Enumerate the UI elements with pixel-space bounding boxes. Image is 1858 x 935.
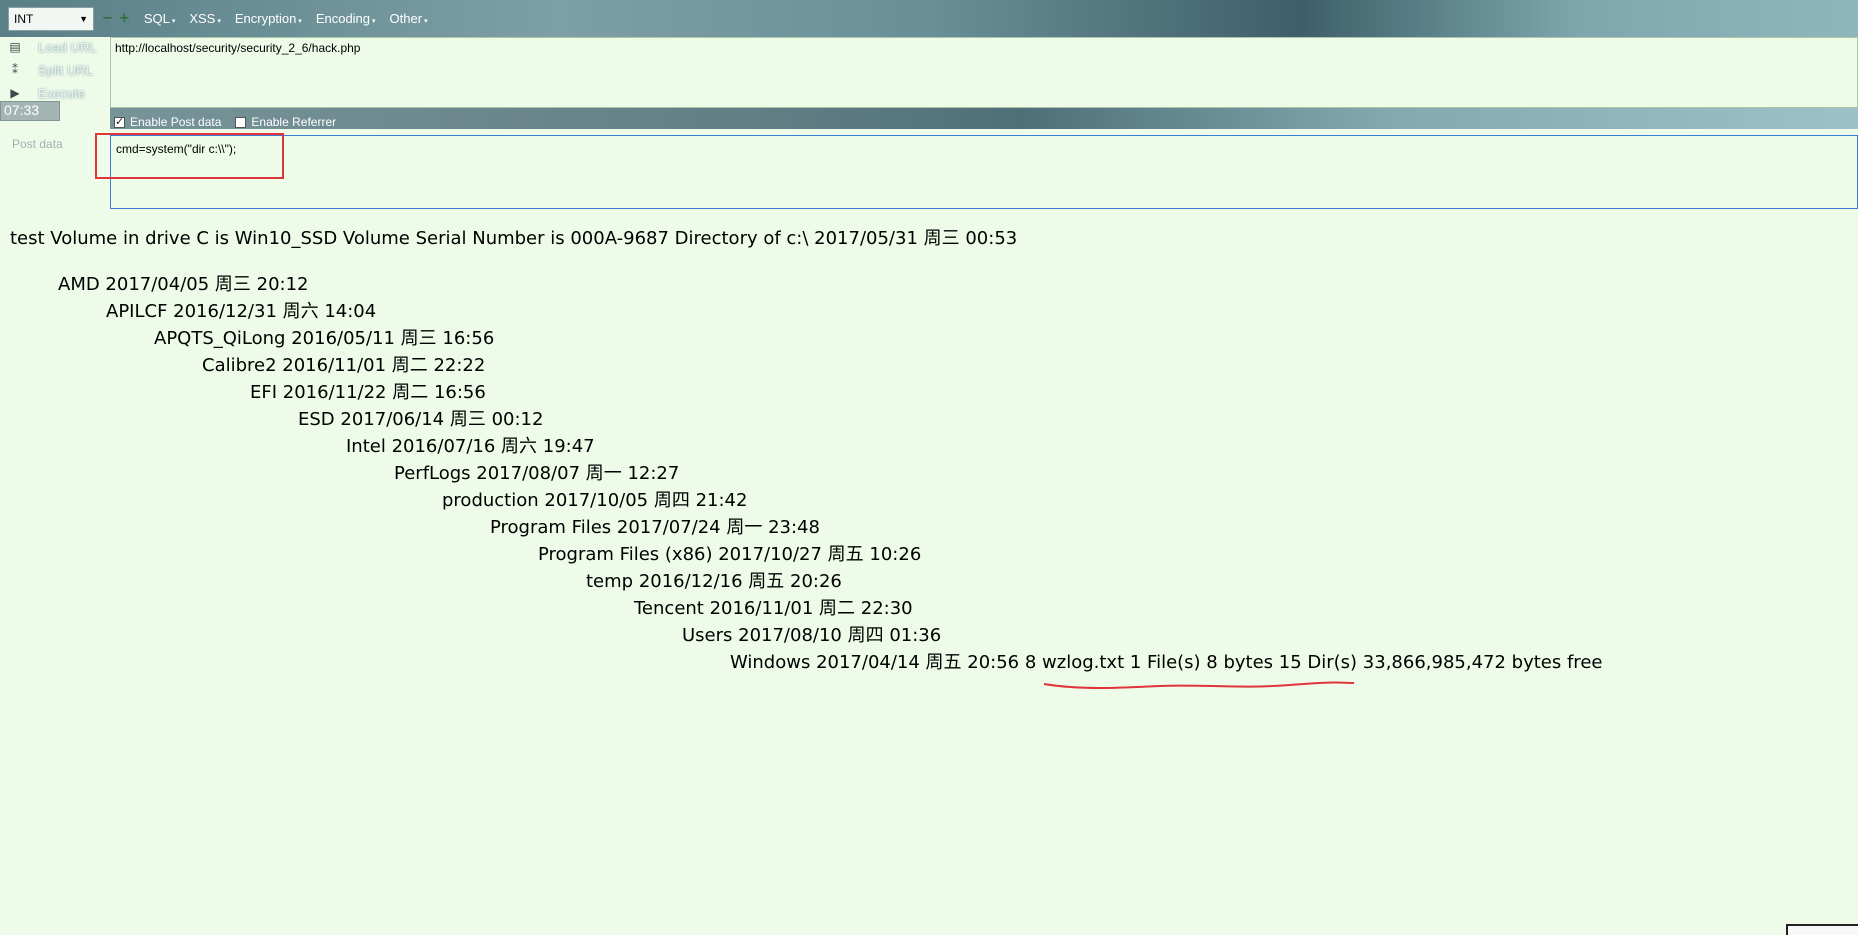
checkbox-checked-icon[interactable] xyxy=(114,115,125,128)
time-display: 07:33 xyxy=(0,101,60,121)
chevron-down-icon: ▼ xyxy=(79,13,88,24)
menu-xss[interactable]: XSS xyxy=(189,11,221,26)
url-input[interactable]: http://localhost/security/security_2_6/h… xyxy=(110,37,1858,108)
dir-entry: Calibre2 2016/11/01 周二 22:22 xyxy=(202,355,486,376)
dir-entry: Program Files 2017/07/24 周一 23:48 xyxy=(490,517,820,538)
dir-entry: temp 2016/12/16 周五 20:26 xyxy=(586,571,842,592)
command-output: test Volume in drive C is Win10_SSD Volu… xyxy=(0,211,1858,935)
dir-entry: Users 2017/08/10 周四 01:36 xyxy=(682,625,942,646)
menu-other[interactable]: Other xyxy=(390,11,428,26)
decrease-button[interactable]: − xyxy=(102,11,113,26)
dir-entry: Tencent 2016/11/01 周二 22:30 xyxy=(634,598,913,619)
dir-entry: ESD 2017/06/14 周三 00:12 xyxy=(298,409,544,430)
execute-label: Execute xyxy=(38,85,85,101)
dir-entry: Windows 2017/04/14 周五 20:56 8 wzlog.txt … xyxy=(730,652,1603,673)
dir-entry: Program Files (x86) 2017/10/27 周五 10:26 xyxy=(538,544,922,565)
type-select[interactable]: INT ▼ xyxy=(8,6,94,31)
split-url-button[interactable]: ⁑ Split URL xyxy=(8,60,93,80)
menu-encryption[interactable]: Encryption xyxy=(235,11,302,26)
hackbar-panel: INT ▼ − + SQL XSS Encryption Encoding Ot… xyxy=(0,0,1858,211)
red-underline-annotation xyxy=(1043,681,1355,689)
option-checkboxes: Enable Post data Enable Referrer xyxy=(114,114,350,130)
dir-entry: APQTS_QiLong 2016/05/11 周三 16:56 xyxy=(154,328,495,349)
menu-sql[interactable]: SQL xyxy=(144,11,176,26)
dir-entry: Intel 2016/07/16 周六 19:47 xyxy=(346,436,595,457)
dir-entry: production 2017/10/05 周四 21:42 xyxy=(442,490,748,511)
dir-entry: EFI 2016/11/22 周二 16:56 xyxy=(250,382,486,403)
post-data-label: Post data xyxy=(12,137,63,151)
enable-post-data-label: Enable Post data xyxy=(130,115,222,129)
dir-entry: APILCF 2016/12/31 周六 14:04 xyxy=(106,301,377,322)
post-data-input[interactable]: cmd=system("dir c:\\"); xyxy=(110,135,1858,209)
dir-entry: PerfLogs 2017/08/07 周一 12:27 xyxy=(394,463,680,484)
enable-referrer-label: Enable Referrer xyxy=(251,115,337,129)
enable-referrer-checkbox[interactable]: Enable Referrer xyxy=(235,115,336,129)
load-url-label: Load URL xyxy=(38,39,97,55)
execute-button[interactable]: ▶ Execute xyxy=(8,83,85,103)
red-highlight-box xyxy=(95,133,284,179)
menu-encoding[interactable]: Encoding xyxy=(316,11,376,26)
play-icon: ▶ xyxy=(10,86,20,100)
type-select-value: INT xyxy=(14,11,34,26)
load-url-button[interactable]: ▤ Load URL xyxy=(8,37,96,57)
load-icon: ▤ xyxy=(9,40,21,54)
increase-button[interactable]: + xyxy=(119,11,130,26)
checkbox-unchecked-icon[interactable] xyxy=(235,116,247,128)
hackbar-toolbar: INT ▼ − + SQL XSS Encryption Encoding Ot… xyxy=(0,0,1858,37)
enable-post-data-checkbox[interactable]: Enable Post data xyxy=(114,115,221,129)
split-url-label: Split URL xyxy=(38,62,93,78)
corner-widget xyxy=(1786,924,1858,935)
dir-entry: AMD 2017/04/05 周三 20:12 xyxy=(58,274,309,295)
split-icon: ⁑ xyxy=(12,63,18,77)
output-header: test Volume in drive C is Win10_SSD Volu… xyxy=(10,228,1018,249)
